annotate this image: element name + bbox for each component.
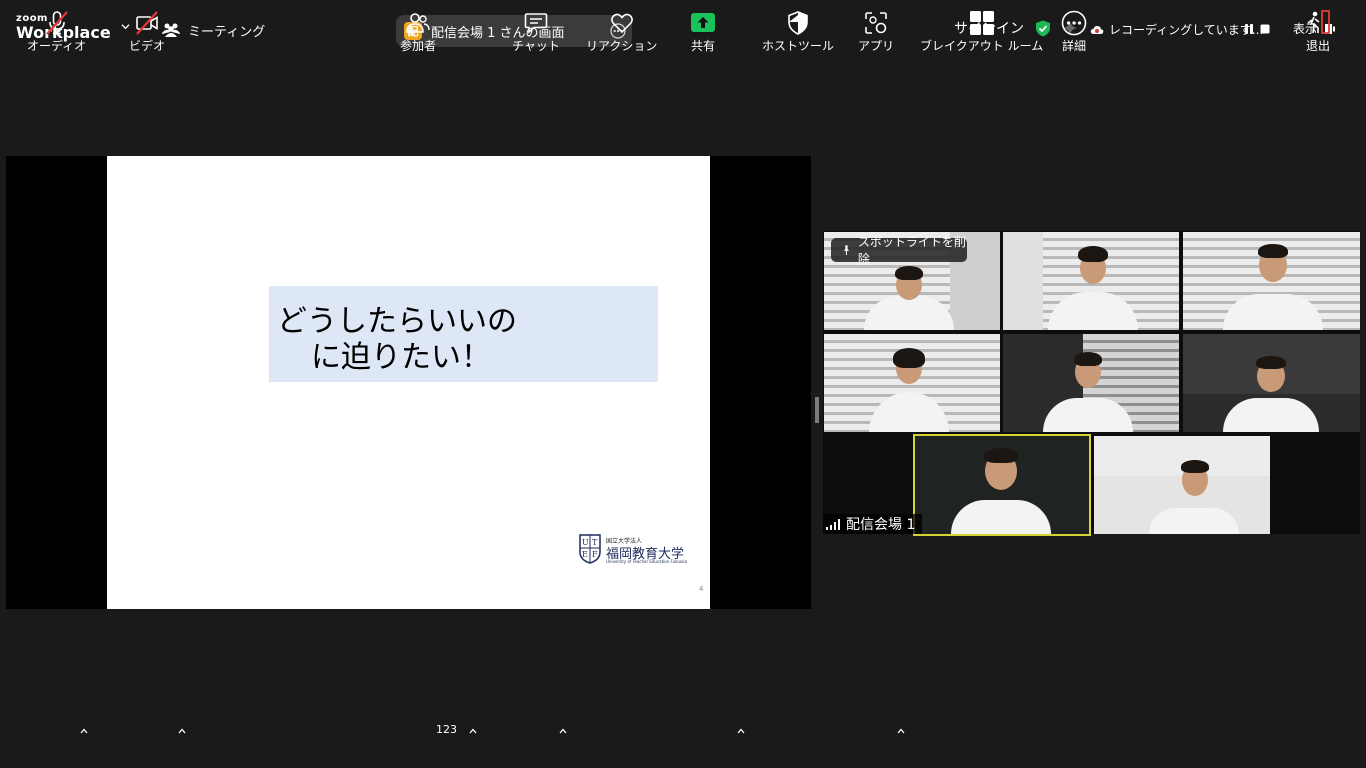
meeting-toolbar xyxy=(0,710,1366,768)
apps-label: アプリ xyxy=(858,39,895,53)
university-english: University of Teacher Education Fukuoka xyxy=(606,559,688,564)
reactions-label: リアクション xyxy=(586,39,658,53)
video-tile[interactable] xyxy=(1183,232,1360,330)
share-screen-icon xyxy=(691,13,715,32)
chat-label: チャット xyxy=(512,39,560,53)
share-label: 共有 xyxy=(690,39,715,53)
share-options-chevron-up-icon[interactable] xyxy=(737,728,745,734)
audio-label: オーディオ xyxy=(27,39,87,53)
apps-options-chevron-up-icon[interactable] xyxy=(897,728,905,734)
slide-text-box: どうしたらいいの に迫りたい！ xyxy=(269,286,658,382)
microphone-muted-icon xyxy=(45,11,68,35)
video-tile[interactable] xyxy=(824,334,1000,432)
reactions-button[interactable]: リアクション xyxy=(586,10,657,54)
university-logo: U T E F 国立大学法人 福岡教育大学 University of Teac… xyxy=(579,534,697,566)
video-tile[interactable] xyxy=(1003,334,1179,432)
breakout-grid-icon xyxy=(969,11,994,35)
svg-text:E: E xyxy=(582,550,588,559)
active-speaker-border xyxy=(913,434,1091,536)
more-label: 詳細 xyxy=(1061,39,1086,53)
host-shield-icon xyxy=(788,11,808,35)
apps-icon xyxy=(865,12,887,34)
presentation-slide: どうしたらいいの に迫りたい！ U T E F 国立大学法人 福岡教育大学 Un… xyxy=(107,156,710,609)
participant-video xyxy=(1149,456,1239,534)
participant-video xyxy=(1223,354,1319,432)
more-dots-icon xyxy=(1061,10,1087,36)
chat-button[interactable]: チャット xyxy=(512,10,560,54)
participant-video xyxy=(869,342,949,432)
participant-count: 123 xyxy=(436,723,457,736)
recording-status[interactable]: レコーディングしています... xyxy=(1090,21,1263,38)
participant-video xyxy=(1223,242,1323,330)
video-label: ビデオ xyxy=(129,39,166,53)
participants-options-chevron-up-icon[interactable] xyxy=(469,728,477,734)
heart-icon xyxy=(610,13,633,34)
leave-label: 退出 xyxy=(1305,39,1330,53)
speaker-name: 配信会場 1 xyxy=(846,517,916,533)
audio-options-chevron-up-icon[interactable] xyxy=(80,728,88,734)
video-tile[interactable] xyxy=(1094,436,1270,534)
signal-strength-icon xyxy=(826,518,840,530)
chat-icon xyxy=(524,13,548,34)
remove-spotlight-label: スポットライトを削除 xyxy=(857,235,966,266)
participants-label: 参加者 xyxy=(400,39,437,53)
breakout-label: ブレイクアウト ルーム xyxy=(920,39,1044,53)
breakout-rooms-button[interactable]: ブレイクアウト ルーム xyxy=(920,10,1043,54)
host-tools-button[interactable]: ホストツール xyxy=(762,10,834,54)
leave-button[interactable]: 退出 xyxy=(1305,10,1331,54)
pin-icon xyxy=(843,245,850,255)
participants-button[interactable]: 参加者 xyxy=(400,10,436,54)
svg-text:U: U xyxy=(582,538,589,547)
share-button[interactable]: 共有 xyxy=(690,10,716,54)
more-button[interactable]: 詳細 xyxy=(1061,10,1087,54)
video-camera-off-icon xyxy=(136,11,158,35)
video-tile[interactable] xyxy=(1003,232,1179,330)
chat-options-chevron-up-icon[interactable] xyxy=(559,728,567,734)
svg-text:F: F xyxy=(592,550,598,559)
pause-recording-icon[interactable] xyxy=(1243,23,1255,35)
slide-line-2: に迫りたい！ xyxy=(311,340,491,375)
top-bar: zoom Workplace ミーティング 配 配信会場 1 さんの画面 サイン… xyxy=(0,0,1366,52)
svg-text:T: T xyxy=(592,538,598,547)
stop-recording-icon[interactable] xyxy=(1259,23,1271,35)
resize-handle-icon[interactable] xyxy=(815,397,819,423)
recording-text: レコーディングしています... xyxy=(1109,23,1264,37)
video-button[interactable]: ビデオ xyxy=(129,10,165,54)
apps-button[interactable]: アプリ xyxy=(858,10,894,54)
participant-video xyxy=(1048,244,1138,330)
participant-video xyxy=(864,260,954,330)
remove-spotlight-button[interactable]: スポットライトを削除 xyxy=(831,235,967,266)
leave-door-icon xyxy=(1307,10,1330,34)
participant-video xyxy=(1043,346,1133,432)
video-options-chevron-up-icon[interactable] xyxy=(178,728,186,734)
slide-page-number: 4 xyxy=(699,585,704,593)
video-gallery xyxy=(823,231,1360,534)
cloud-record-icon xyxy=(1090,25,1104,34)
university-crest-icon: U T E F xyxy=(579,534,601,564)
host-tools-label: ホストツール xyxy=(762,39,835,53)
video-tile[interactable] xyxy=(1183,334,1360,432)
audio-button[interactable]: オーディオ xyxy=(27,10,86,54)
participants-icon xyxy=(406,13,430,33)
active-speaker-label: 配信会場 1 xyxy=(823,514,923,534)
shared-screen[interactable]: どうしたらいいの に迫りたい！ U T E F 国立大学法人 福岡教育大学 Un… xyxy=(6,156,811,609)
meeting-label: ミーティング xyxy=(188,24,266,40)
meeting-button[interactable]: ミーティング xyxy=(162,20,265,40)
